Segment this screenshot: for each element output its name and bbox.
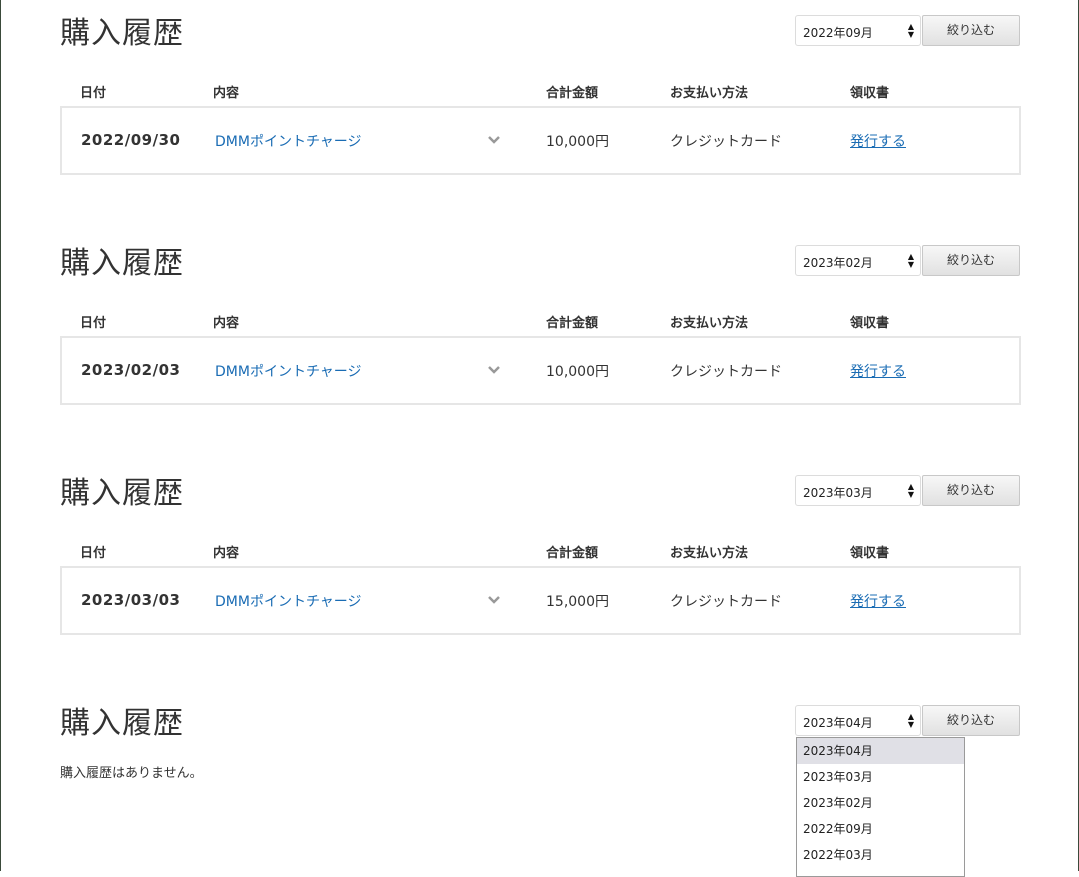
purchase-history-section: 購入履歴 2023年03月 ▲ ▼ 絞り込む 日付 内容 合計金額 お支払い方法 … xyxy=(60,460,1021,690)
header-content: 内容 xyxy=(213,546,240,561)
header-date: 日付 xyxy=(80,86,107,101)
filter-button[interactable]: 絞り込む xyxy=(922,15,1020,46)
chevron-down-icon[interactable] xyxy=(486,362,502,378)
up-down-arrows-icon: ▲ ▼ xyxy=(907,22,914,39)
month-select[interactable]: 2022年09月 ▲ ▼ xyxy=(795,15,921,46)
row-amount: 15,000円 xyxy=(546,594,609,610)
row-content-link[interactable]: DMMポイントチャージ xyxy=(215,131,362,151)
filter-button[interactable]: 絞り込む xyxy=(922,245,1020,276)
up-down-arrows-icon: ▲ ▼ xyxy=(907,712,914,729)
window-edge-left xyxy=(0,0,1,871)
table-header: 日付 内容 合計金額 お支払い方法 領収書 xyxy=(60,82,1021,102)
row-payment-method: クレジットカード xyxy=(670,134,782,150)
table-row: 2023/02/03 DMMポイントチャージ 10,000円 クレジットカード … xyxy=(60,336,1021,405)
dropdown-option[interactable]: 2023年03月 xyxy=(797,764,964,790)
header-amount: 合計金額 xyxy=(546,316,599,331)
filter-button[interactable]: 絞り込む xyxy=(922,475,1020,506)
header-payment: お支払い方法 xyxy=(670,546,749,561)
month-select[interactable]: 2023年02月 ▲ ▼ xyxy=(795,245,921,276)
month-select-value: 2023年04月 xyxy=(803,716,873,730)
month-select[interactable]: 2023年04月 ▲ ▼ xyxy=(795,705,921,736)
issue-receipt-link[interactable]: 発行する xyxy=(850,361,906,381)
row-content-link[interactable]: DMMポイントチャージ xyxy=(215,361,362,381)
dropdown-option[interactable]: 2023年02月 xyxy=(797,790,964,816)
issue-receipt-link[interactable]: 発行する xyxy=(850,591,906,611)
purchase-history-section: 購入履歴 2023年02月 ▲ ▼ 絞り込む 日付 内容 合計金額 お支払い方法 … xyxy=(60,230,1021,460)
chevron-down-icon[interactable] xyxy=(486,592,502,608)
empty-history-message: 購入履歴はありません。 xyxy=(60,766,203,781)
dropdown-option[interactable]: 2022年09月 xyxy=(797,816,964,842)
header-payment: お支払い方法 xyxy=(670,86,749,101)
table-row: 2023/03/03 DMMポイントチャージ 15,000円 クレジットカード … xyxy=(60,566,1021,635)
table-header: 日付 内容 合計金額 お支払い方法 領収書 xyxy=(60,312,1021,332)
month-select[interactable]: 2023年03月 ▲ ▼ xyxy=(795,475,921,506)
filter-button[interactable]: 絞り込む xyxy=(922,705,1020,736)
header-amount: 合計金額 xyxy=(546,546,599,561)
row-date: 2023/02/03 xyxy=(81,361,181,379)
header-date: 日付 xyxy=(80,546,107,561)
table-header: 日付 内容 合計金額 お支払い方法 領収書 xyxy=(60,542,1021,562)
issue-receipt-link[interactable]: 発行する xyxy=(850,131,906,151)
row-content-link[interactable]: DMMポイントチャージ xyxy=(215,591,362,611)
header-receipt: 領収書 xyxy=(850,86,890,101)
row-date: 2023/03/03 xyxy=(81,591,181,609)
row-date: 2022/09/30 xyxy=(81,131,181,149)
up-down-arrows-icon: ▲ ▼ xyxy=(907,252,914,269)
month-dropdown-list[interactable]: 2023年04月 2023年03月 2023年02月 2022年09月 2022… xyxy=(796,737,965,877)
purchase-history-section: 購入履歴 2022年09月 ▲ ▼ 絞り込む 日付 内容 合計金額 お支払い方法 … xyxy=(60,0,1021,230)
up-down-arrows-icon: ▲ ▼ xyxy=(907,482,914,499)
section-title: 購入履歴 xyxy=(60,476,184,511)
row-amount: 10,000円 xyxy=(546,134,609,150)
month-select-value: 2023年02月 xyxy=(803,256,873,270)
header-amount: 合計金額 xyxy=(546,86,599,101)
row-amount: 10,000円 xyxy=(546,364,609,380)
row-payment-method: クレジットカード xyxy=(670,594,782,610)
row-payment-method: クレジットカード xyxy=(670,364,782,380)
header-date: 日付 xyxy=(80,316,107,331)
header-content: 内容 xyxy=(213,316,240,331)
chevron-down-icon[interactable] xyxy=(486,132,502,148)
dropdown-option[interactable]: 2023年04月 xyxy=(797,738,964,764)
header-content: 内容 xyxy=(213,86,240,101)
section-title: 購入履歴 xyxy=(60,706,184,741)
header-payment: お支払い方法 xyxy=(670,316,749,331)
table-row: 2022/09/30 DMMポイントチャージ 10,000円 クレジットカード … xyxy=(60,106,1021,175)
header-receipt: 領収書 xyxy=(850,546,890,561)
header-receipt: 領収書 xyxy=(850,316,890,331)
month-select-value: 2023年03月 xyxy=(803,486,873,500)
section-title: 購入履歴 xyxy=(60,16,184,51)
dropdown-option[interactable]: 2022年03月 xyxy=(797,842,964,868)
section-title: 購入履歴 xyxy=(60,246,184,281)
month-select-value: 2022年09月 xyxy=(803,26,873,40)
